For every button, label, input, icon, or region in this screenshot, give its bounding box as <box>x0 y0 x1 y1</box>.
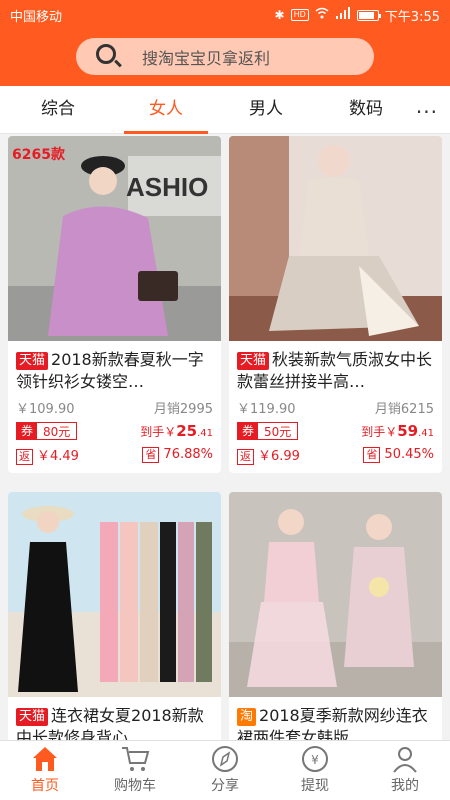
wifi-icon <box>315 7 329 23</box>
product-image <box>229 136 442 341</box>
nav-home[interactable]: 首页 <box>0 741 90 800</box>
product-image <box>8 492 221 697</box>
clock: 下午3:55 <box>384 9 440 25</box>
product-title: 天猫 2018新款春夏秋一字领针织衫女镂空… <box>8 341 221 395</box>
nav-profile-label: 我的 <box>391 778 419 794</box>
tab-digital[interactable]: 数码 <box>316 86 416 134</box>
tab-men[interactable]: 男人 <box>216 86 316 134</box>
category-tabs: 综合 女人 男人 数码 ··· <box>0 86 450 134</box>
status-icons: ✱ HD 下午3:55 <box>275 6 440 25</box>
product-image <box>229 492 442 697</box>
monthly-sales: 月销6215 <box>374 401 434 417</box>
price-row: ￥109.90 月销2995 <box>8 395 221 419</box>
signal-icon <box>335 7 351 23</box>
coupon-row: 券 50元 到手￥59.41 <box>229 419 442 443</box>
savings: 省 50.45% <box>363 447 434 463</box>
coupon-row: 券 80元 到手￥25.41 <box>8 419 221 443</box>
more-icon[interactable]: ··· <box>416 100 438 124</box>
taobao-tag: 淘 <box>237 708 257 726</box>
nav-share-label: 分享 <box>211 778 239 794</box>
compass-icon <box>210 745 240 773</box>
bottom-nav: 首页 购物车 分享 ¥ 提现 我的 <box>0 740 450 800</box>
coupon-value: 50元 <box>264 424 292 439</box>
cart-icon <box>120 745 150 773</box>
original-price: ￥119.90 <box>237 401 296 417</box>
original-price: ￥109.90 <box>16 401 75 417</box>
rebate: 返 ￥4.49 <box>16 445 79 465</box>
nav-home-label: 首页 <box>31 778 59 794</box>
carrier-label: 中国移动 <box>10 9 63 25</box>
tmall-tag: 天猫 <box>237 352 270 370</box>
tmall-tag: 天猫 <box>16 352 49 370</box>
product-title-text: 2018夏季新款网纱连衣裙两件套女韩版… <box>237 706 428 740</box>
tmall-tag: 天猫 <box>16 708 49 726</box>
tab-all[interactable]: 综合 <box>8 86 108 134</box>
home-icon <box>30 745 60 773</box>
nav-cart[interactable]: 购物车 <box>90 741 180 800</box>
svg-text:ASHIO: ASHIO <box>126 172 208 202</box>
coupon-badge[interactable]: 券 80元 <box>16 422 78 440</box>
coupon-badge[interactable]: 券 50元 <box>237 422 299 440</box>
search-placeholder: 搜淘宝宝贝拿返利 <box>142 48 271 68</box>
product-title: 淘 2018夏季新款网纱连衣裙两件套女韩版… <box>229 697 442 740</box>
save-tag: 省 <box>142 447 160 463</box>
product-title: 天猫 秋装新款气质淑女中长款蕾丝拼接半高… <box>229 341 442 395</box>
header: 中国移动 ✱ HD 下午3:55 搜淘宝宝贝拿返利 <box>0 0 450 86</box>
rebate-row: 返 ￥6.99 省 50.45% <box>229 443 442 467</box>
coupon-label: 券 <box>238 422 259 440</box>
product-title: 天猫 连衣裙女夏2018新款中长款修身背心… <box>8 697 221 740</box>
price-row: ￥119.90 月销6215 <box>229 395 442 419</box>
hd-badge: HD <box>290 9 309 21</box>
yuan-icon: ¥ <box>300 745 330 773</box>
nav-cart-label: 购物车 <box>114 778 156 794</box>
nav-profile[interactable]: 我的 <box>360 741 450 800</box>
coupon-label: 券 <box>17 422 38 440</box>
monthly-sales: 月销2995 <box>153 401 213 417</box>
product-grid: ASHIO 6265款 天猫 2018新款春夏秋一字领针织衫女镂空… ￥109.9… <box>0 134 450 740</box>
search-icon <box>92 39 128 75</box>
rebate-tag: 返 <box>16 449 33 465</box>
rebate: 返 ￥6.99 <box>237 445 300 465</box>
tab-women[interactable]: 女人 <box>116 86 216 134</box>
rebate-row: 返 ￥4.49 省 76.88% <box>8 443 221 467</box>
style-count-badge: 6265款 <box>12 147 65 163</box>
final-price: 到手￥25.41 <box>140 422 213 440</box>
status-bar: 中国移动 ✱ HD 下午3:55 <box>0 0 450 30</box>
save-tag: 省 <box>363 447 381 463</box>
svg-text:¥: ¥ <box>311 753 319 767</box>
product-card[interactable]: 淘 2018夏季新款网纱连衣裙两件套女韩版… <box>229 492 442 740</box>
product-card[interactable]: 天猫 连衣裙女夏2018新款中长款修身背心… <box>8 492 221 740</box>
final-price: 到手￥59.41 <box>361 422 434 440</box>
nav-withdraw-label: 提现 <box>301 778 329 794</box>
person-icon <box>390 745 420 773</box>
product-card[interactable]: ASHIO 6265款 天猫 2018新款春夏秋一字领针织衫女镂空… ￥109.9… <box>8 136 221 473</box>
bluetooth-icon: ✱ <box>274 8 285 22</box>
rebate-tag: 返 <box>237 449 254 465</box>
battery-icon <box>356 9 381 21</box>
nav-withdraw[interactable]: ¥ 提现 <box>270 741 360 800</box>
product-card[interactable]: 天猫 秋装新款气质淑女中长款蕾丝拼接半高… ￥119.90 月销6215 券 50… <box>229 136 442 473</box>
product-image: ASHIO 6265款 <box>8 136 221 341</box>
coupon-value: 80元 <box>43 424 71 439</box>
search-bar[interactable]: 搜淘宝宝贝拿返利 <box>76 38 374 75</box>
savings: 省 76.88% <box>142 447 213 463</box>
nav-share[interactable]: 分享 <box>180 741 270 800</box>
